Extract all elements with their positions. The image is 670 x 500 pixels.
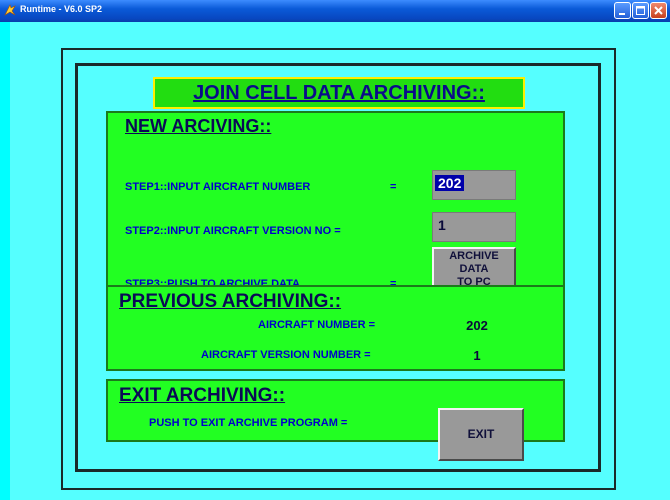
- archive-button-line-1: ARCHIVE: [449, 250, 499, 262]
- runtime-client-area: JOIN CELL DATA ARCHIVING:: NEW ARCIVING:…: [10, 22, 670, 500]
- aircraft-number-input[interactable]: 202: [432, 170, 516, 200]
- previous-aircraft-number-label: AIRCRAFT NUMBER =: [258, 319, 376, 331]
- previous-aircraft-version-value: 1: [473, 348, 481, 363]
- close-icon: [654, 6, 663, 15]
- step1-equals: =: [390, 181, 397, 193]
- aircraft-version-value: 1: [438, 217, 446, 233]
- previous-archiving-heading: PREVIOUS ARCHIVING::: [119, 291, 342, 312]
- new-archiving-panel: NEW ARCIVING:: STEP1::INPUT AIRCRAFT NUM…: [106, 111, 565, 304]
- title-bar[interactable]: Runtime - V6.0 SP2: [0, 0, 670, 22]
- exit-archiving-panel: EXIT ARCHIVING:: PUSH TO EXIT ARCHIVE PR…: [106, 379, 565, 461]
- exit-button[interactable]: EXIT: [438, 408, 524, 461]
- exit-instruction-label: PUSH TO EXIT ARCHIVE PROGRAM =: [149, 417, 348, 429]
- minimize-icon: [619, 13, 625, 15]
- previous-aircraft-number-value: 202: [466, 318, 488, 333]
- exit-archiving-heading: EXIT ARCHIVING::: [119, 385, 286, 406]
- minimize-button[interactable]: [614, 2, 631, 19]
- app-icon: [4, 4, 16, 16]
- step2-label: STEP2::INPUT AIRCRAFT VERSION NO =: [125, 225, 341, 237]
- aircraft-version-input[interactable]: 1: [432, 212, 516, 242]
- window-title: Runtime - V6.0 SP2: [20, 4, 103, 14]
- archive-button-line-2: DATA: [459, 263, 489, 275]
- page-title: JOIN CELL DATA ARCHIVING::: [153, 77, 525, 109]
- step1-label: STEP1::INPUT AIRCRAFT NUMBER: [125, 181, 311, 193]
- new-archiving-heading: NEW ARCIVING::: [125, 116, 272, 136]
- maximize-icon: [636, 6, 645, 15]
- maximize-button[interactable]: [632, 2, 649, 19]
- previous-aircraft-version-label: AIRCRAFT VERSION NUMBER =: [201, 349, 371, 361]
- aircraft-number-value: 202: [435, 175, 465, 191]
- previous-archiving-panel: PREVIOUS ARCHIVING:: AIRCRAFT NUMBER = 2…: [106, 285, 565, 371]
- close-button[interactable]: [650, 2, 667, 19]
